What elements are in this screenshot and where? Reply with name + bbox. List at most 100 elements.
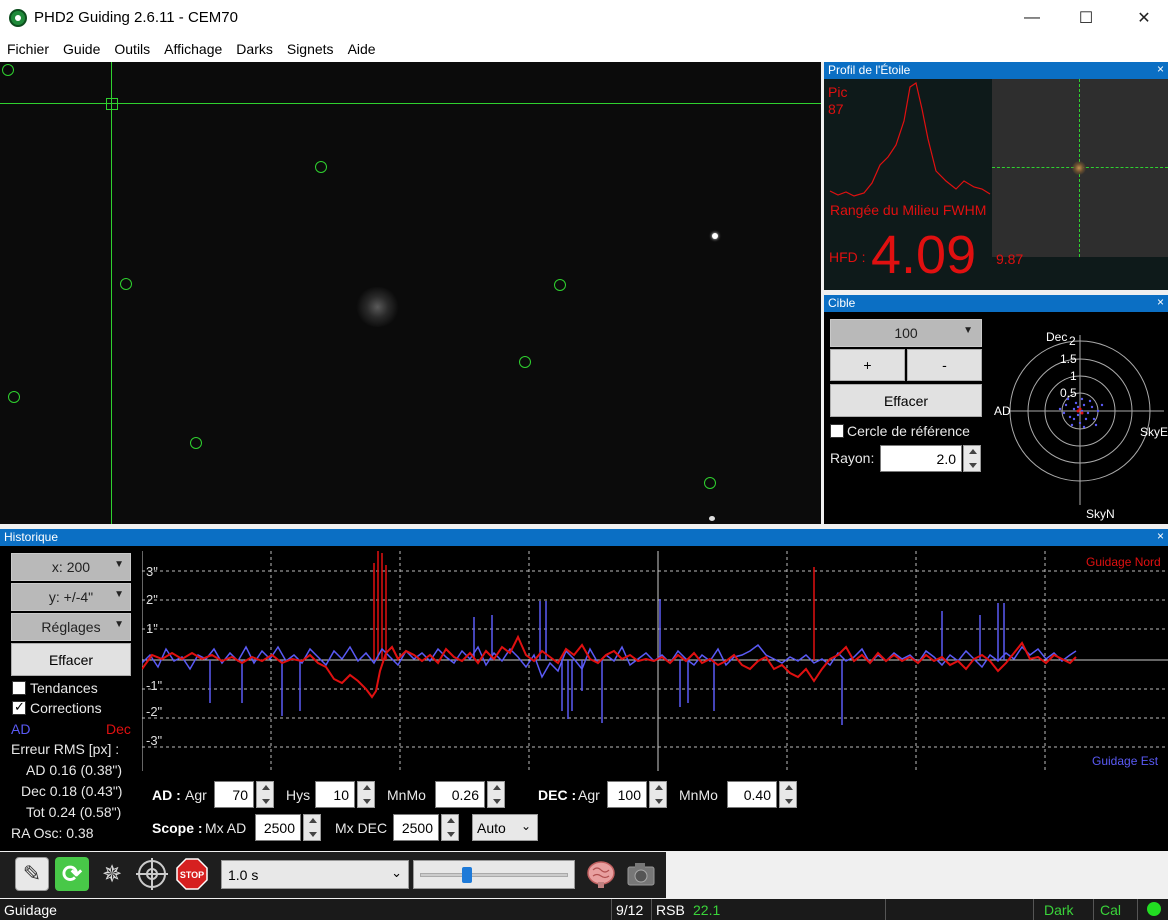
candidate-star-circle[interactable] [120, 278, 132, 290]
menu-signets[interactable]: Signets [280, 36, 341, 62]
dec-params-label: DEC : [538, 787, 577, 803]
auto-select-star-button[interactable]: ✵ [95, 857, 129, 891]
menu-guide[interactable]: Guide [56, 36, 107, 62]
target-ring-label: 1 [1070, 369, 1077, 383]
camera-settings-button[interactable] [624, 857, 658, 891]
stop-sign-icon: STOP [176, 858, 208, 890]
ra-aggressiveness-spin[interactable] [256, 781, 274, 808]
max-ra-duration-input[interactable]: 2500 [255, 814, 301, 841]
rms-total-value: Tot 0.24 (0.58") [26, 804, 122, 820]
reference-circle-checkbox[interactable] [830, 424, 844, 438]
radius-spin-buttons[interactable] [963, 445, 981, 472]
y-scale-select[interactable]: y: +/-4" ▼ [11, 583, 131, 611]
gamma-slider-thumb[interactable] [462, 867, 473, 883]
stop-label: STOP [180, 870, 204, 880]
dec-minmo-label: MnMo [679, 787, 718, 803]
ra-min-move-spin[interactable] [487, 781, 505, 808]
dec-min-move-spin[interactable] [779, 781, 797, 808]
candidate-star-circle[interactable] [554, 279, 566, 291]
checkmark-icon: ✓ [14, 699, 25, 714]
target-ad-axis-label: AD [994, 404, 1011, 418]
pencil-icon: ✎ [22, 861, 42, 886]
chevron-down-icon: ⌄ [520, 819, 531, 833]
history-clear-button[interactable]: Effacer [11, 643, 131, 676]
gamma-slider[interactable] [413, 860, 575, 889]
dec-aggressiveness-input[interactable]: 100 [607, 781, 647, 808]
rms-ra-value: AD 0.16 (0.38") [26, 762, 123, 778]
exposure-duration-select[interactable]: 1.0 s ⌄ [221, 860, 409, 889]
status-snr-value: 22.1 [693, 902, 721, 918]
ra-aggressiveness-input[interactable]: 70 [214, 781, 254, 808]
menu-aide[interactable]: Aide [341, 36, 383, 62]
star-thumbnail-spot [1072, 161, 1086, 175]
status-dark-indicator: Dark [1033, 899, 1093, 920]
target-zoom-out-button[interactable]: - [907, 349, 982, 381]
target-zoom-in-button[interactable]: + [830, 349, 905, 381]
ra-min-move-input[interactable]: 0.26 [435, 781, 485, 808]
guiding-history-graph[interactable]: 3" 2" 1" -1" -2" -3" Guidage Nord Guidag… [142, 551, 1168, 771]
crosshair-target-icon [136, 858, 168, 890]
dec-guide-mode-select[interactable]: Auto ⌄ [472, 814, 538, 841]
reference-circle-label: Cercle de référence [847, 423, 970, 439]
menu-affichage[interactable]: Affichage [157, 36, 229, 62]
ra-hys-label: Hys [286, 787, 311, 803]
dec-min-move-input[interactable]: 0.40 [727, 781, 777, 808]
chevron-down-icon: ▼ [963, 325, 973, 336]
candidate-star-circle[interactable] [704, 477, 716, 489]
close-button[interactable]: ✕ [1116, 0, 1168, 36]
candidate-star-circle[interactable] [519, 356, 531, 368]
ra-hysteresis-input[interactable]: 10 [315, 781, 355, 808]
candidate-star-circle[interactable] [8, 391, 20, 403]
history-settings-select[interactable]: Réglages ▼ [11, 613, 131, 641]
lock-position-marker [106, 98, 118, 110]
target-dec-axis-label: Dec [1046, 330, 1067, 344]
faint-galaxy [355, 287, 400, 327]
menu-fichier[interactable]: Fichier [0, 36, 56, 62]
y-tick-label: -2" [146, 704, 163, 719]
history-header: Historique × [0, 529, 1168, 546]
connect-gear-button[interactable]: ✎ [15, 857, 49, 891]
dec-guide-mode-value: Auto [477, 820, 506, 836]
advanced-settings-button[interactable] [584, 857, 618, 891]
main-toolbar: ✎ ⟳ ✵ STOP 1.0 s ⌄ [0, 852, 666, 898]
radius-input[interactable]: 2.0 [880, 445, 962, 472]
dec-aggr-label: Agr [578, 787, 600, 803]
max-ra-duration-spin[interactable] [303, 814, 321, 841]
candidate-star-circle[interactable] [190, 437, 202, 449]
history-close-icon[interactable]: × [1157, 529, 1164, 543]
max-dec-duration-spin[interactable] [441, 814, 459, 841]
minimize-button[interactable]: — [1004, 0, 1060, 36]
status-bar: Guidage 9/12 RSB 22.1 Dark Cal [0, 899, 1168, 920]
maximize-button[interactable]: ☐ [1058, 0, 1114, 36]
menu-darks[interactable]: Darks [229, 36, 280, 62]
brain-icon [587, 861, 615, 888]
candidate-star-circle[interactable] [2, 64, 14, 76]
target-clear-button[interactable]: Effacer [830, 384, 982, 417]
ra-hysteresis-spin[interactable] [357, 781, 375, 808]
loop-exposures-button[interactable]: ⟳ [55, 857, 89, 891]
target-length-select[interactable]: 100 ▼ [830, 319, 982, 347]
guide-button[interactable] [135, 857, 169, 891]
chevron-down-icon: ▼ [114, 619, 124, 630]
menu-bar: Fichier Guide Outils Affichage Darks Sig… [0, 36, 1168, 62]
camera-view[interactable] [0, 62, 821, 524]
target-ring-label: 2 [1069, 334, 1076, 348]
trends-checkbox[interactable] [12, 681, 26, 695]
radius-label: Rayon: [830, 450, 875, 466]
star-profile-curve [829, 82, 991, 197]
star-profile-title: Profil de l'Étoile [828, 63, 911, 77]
star-profile-close-icon[interactable]: × [1157, 62, 1164, 76]
corrections-checkbox[interactable]: ✓ [12, 699, 26, 715]
x-scale-select[interactable]: x: 200 ▼ [11, 553, 131, 581]
max-dec-duration-input[interactable]: 2500 [393, 814, 439, 841]
menu-outils[interactable]: Outils [107, 36, 157, 62]
target-close-icon[interactable]: × [1157, 295, 1164, 309]
fwhm-value: 9.87 [996, 251, 1024, 267]
max-dec-label: Mx DEC [335, 820, 388, 836]
status-frame-counter: 9/12 [611, 899, 651, 920]
ra-oscillation-value: RA Osc: 0.38 [11, 825, 94, 841]
crosshair-horizontal [0, 103, 821, 104]
stop-button[interactable]: STOP [175, 857, 209, 891]
dec-aggressiveness-spin[interactable] [649, 781, 667, 808]
candidate-star-circle[interactable] [315, 161, 327, 173]
